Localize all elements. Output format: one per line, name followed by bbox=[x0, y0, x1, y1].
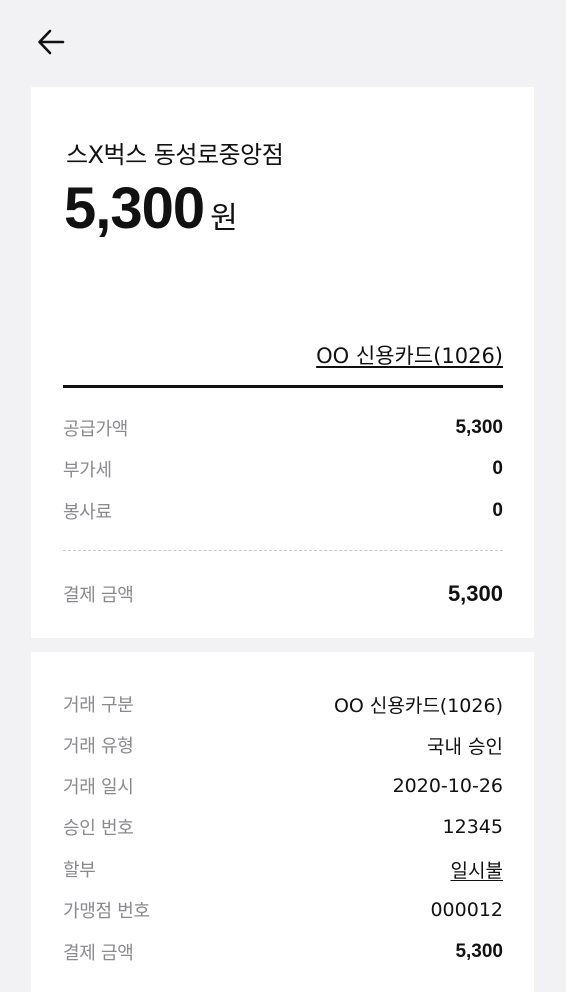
detail-row-transaction-type: 거래 구분 OO 신용카드(1026) bbox=[63, 691, 503, 717]
detail-value: 국내 승인 bbox=[427, 735, 503, 758]
merchant-name: 스X벅스 동성로중앙점 bbox=[66, 141, 284, 169]
detail-label: 거래 구분 bbox=[63, 695, 134, 716]
breakdown-row-supply: 공급가액 5,300 bbox=[63, 415, 503, 441]
payment-method-link[interactable]: OO 신용카드(1026) bbox=[316, 340, 503, 370]
dotted-divider bbox=[63, 550, 503, 551]
amount-unit: 원 bbox=[210, 201, 238, 236]
detail-row-installment: 할부 일시불 bbox=[63, 856, 503, 882]
receipt-summary-card: 스X벅스 동성로중앙점 5,300 원 OO 신용카드(1026) 공급가액 5… bbox=[31, 87, 534, 638]
detail-row-payment-amount: 결제 금액 5,300 bbox=[63, 939, 503, 965]
detail-value: 000012 bbox=[430, 899, 503, 921]
transaction-details-card: 거래 구분 OO 신용카드(1026) 거래 유형 국내 승인 거래 일시 20… bbox=[31, 652, 534, 992]
detail-row-merchant-number: 가맹점 번호 000012 bbox=[63, 897, 503, 923]
installment-link[interactable]: 일시불 bbox=[451, 856, 503, 883]
total-label: 결제 금액 bbox=[63, 585, 134, 606]
breakdown-row-vat: 부가세 0 bbox=[63, 456, 503, 482]
detail-row-approval-kind: 거래 유형 국내 승인 bbox=[63, 732, 503, 758]
detail-value: OO 신용카드(1026) bbox=[333, 694, 503, 717]
total-value: 5,300 bbox=[447, 581, 503, 606]
breakdown-value: 0 bbox=[492, 500, 503, 521]
detail-label: 승인 번호 bbox=[63, 818, 134, 839]
breakdown-label: 공급가액 bbox=[63, 419, 129, 440]
arrow-left-icon bbox=[38, 29, 65, 55]
detail-value: 12345 bbox=[442, 816, 503, 838]
total-row: 결제 금액 5,300 bbox=[63, 581, 503, 607]
detail-label: 거래 유형 bbox=[63, 736, 134, 757]
breakdown-value: 5,300 bbox=[455, 417, 503, 438]
detail-row-datetime: 거래 일시 2020-10-26 bbox=[63, 773, 503, 799]
back-button[interactable] bbox=[34, 26, 68, 58]
amount-value: 5,300 bbox=[64, 176, 205, 241]
detail-label: 결제 금액 bbox=[63, 943, 134, 964]
section-divider bbox=[63, 385, 503, 388]
detail-label: 가맹점 번호 bbox=[63, 901, 150, 922]
breakdown-row-service-fee: 봉사료 0 bbox=[63, 498, 503, 524]
detail-value: 2020-10-26 bbox=[392, 775, 503, 797]
breakdown-value: 0 bbox=[492, 458, 503, 479]
detail-value: 5,300 bbox=[455, 941, 503, 962]
payment-amount: 5,300 원 bbox=[64, 175, 238, 242]
breakdown-label: 봉사료 bbox=[63, 502, 112, 523]
detail-row-approval-number: 승인 번호 12345 bbox=[63, 814, 503, 840]
detail-label: 할부 bbox=[63, 860, 96, 881]
breakdown-label: 부가세 bbox=[63, 460, 112, 481]
detail-label: 거래 일시 bbox=[63, 777, 134, 798]
